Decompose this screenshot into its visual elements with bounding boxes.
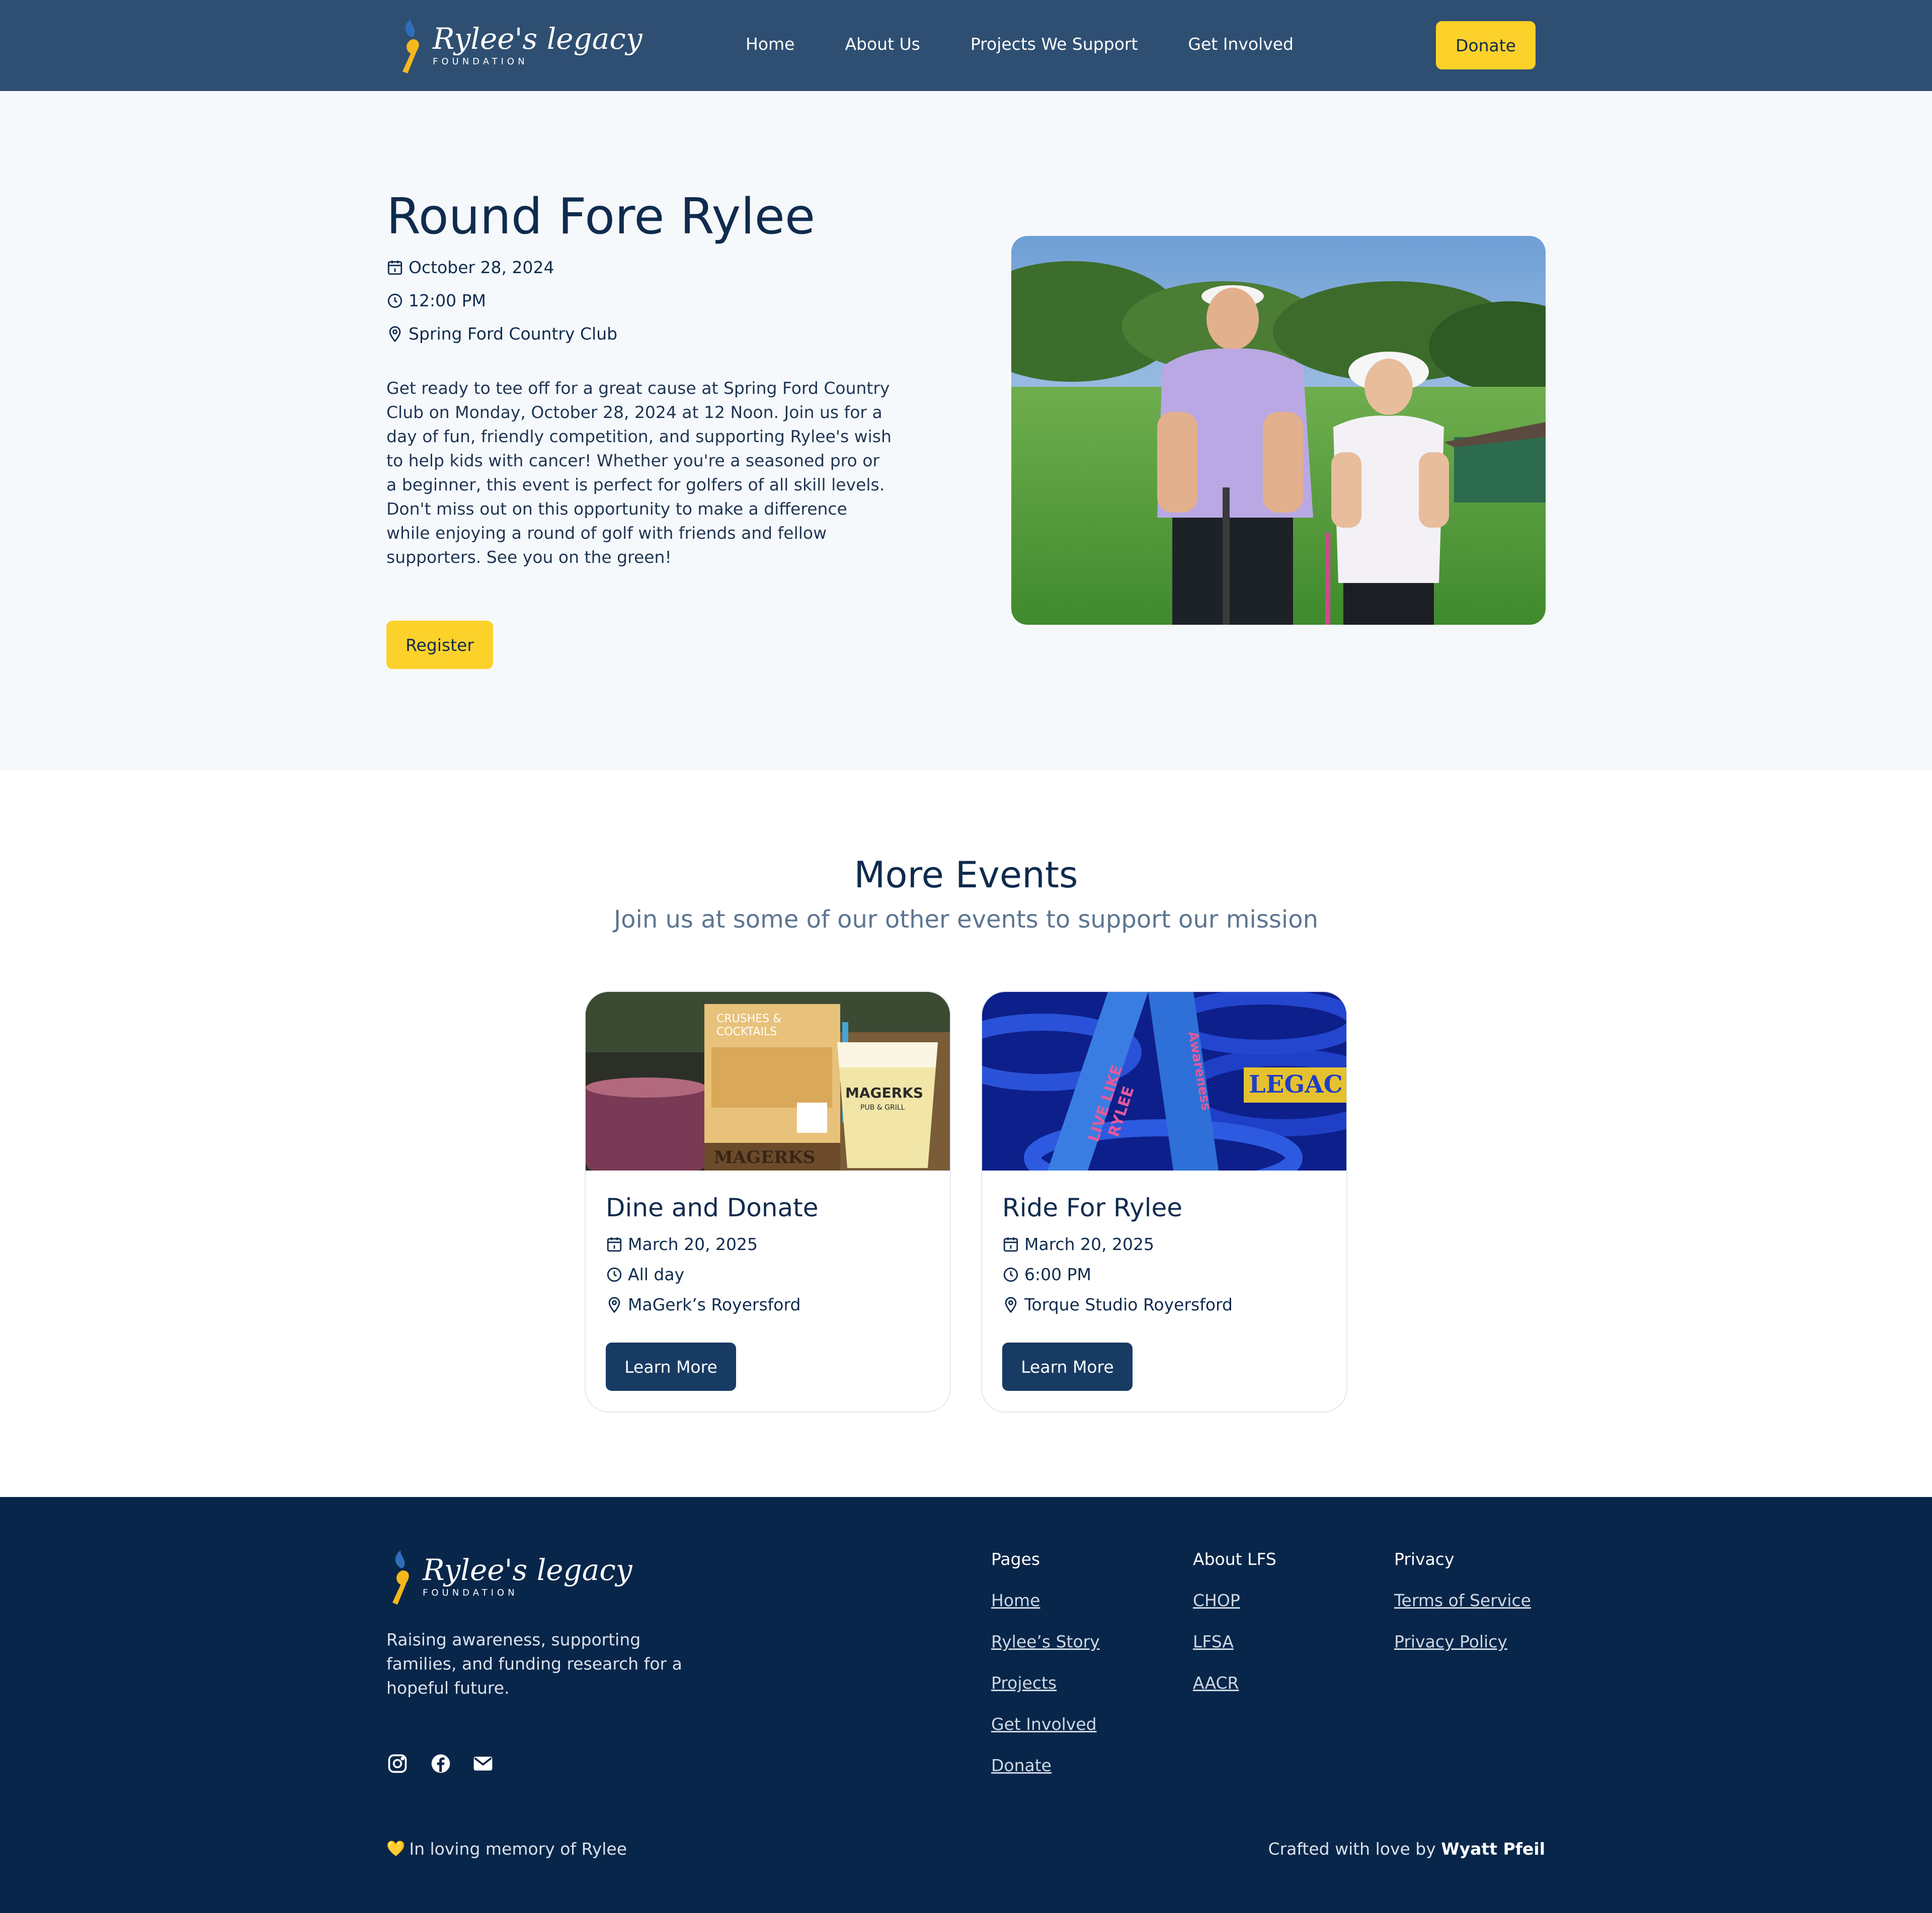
footer-link-donate[interactable]: Donate [991,1756,1052,1775]
wooden-sign-text: MAGERKS [714,1147,815,1168]
credit-prefix: Crafted with love by [1268,1839,1441,1859]
footer-link-privacy-policy[interactable]: Privacy Policy [1394,1632,1507,1651]
card-time-text: All day [628,1265,685,1284]
facebook-icon[interactable] [430,1753,452,1775]
nav-home[interactable]: Home [746,34,794,54]
card-location: Torque Studio Royersford [1002,1295,1233,1314]
logo-script-text: Rylee's legacy [423,1552,632,1587]
golf-event-photo [1011,236,1546,625]
event-time: 12:00 PM [386,291,486,310]
glass-logo-text: MAGERKS [845,1085,923,1101]
footer-link-projects[interactable]: Projects [991,1673,1057,1693]
logo-foundation-text: FOUNDATION [423,1587,518,1598]
footer-link-terms[interactable]: Terms of Service [1394,1591,1531,1610]
more-events-title: More Events [854,854,1078,896]
clock-icon [387,293,403,308]
card-location-text: MaGerk’s Royersford [628,1295,801,1314]
event-date: October 28, 2024 [386,258,554,277]
glass-logo-subtext: PUB & GRILL [860,1104,905,1112]
menu-card-heading: CRUSHES & [716,1013,781,1025]
event-time-text: 12:00 PM [409,291,486,310]
ribbon-logo-icon [385,1546,418,1607]
card-time: 6:00 PM [1002,1265,1091,1284]
event-location: Spring Ford Country Club [386,324,617,344]
yellow-heart-icon: 💛 [386,1840,406,1858]
nav-projects[interactable]: Projects We Support [971,34,1138,54]
card-date: March 20, 2025 [1002,1234,1154,1254]
memory-text: In loving memory of Rylee [409,1839,627,1859]
footer-tagline: Raising awareness, supporting families, … [386,1630,682,1698]
nav-about-us[interactable]: About Us [845,34,920,54]
card-title: Dine and Donate [606,1193,819,1222]
footer-link-chop[interactable]: CHOP [1193,1591,1240,1610]
calendar-icon [387,260,403,275]
calendar-icon [1003,1237,1018,1252]
event-hero [0,91,1932,770]
card-date-text: March 20, 2025 [628,1234,758,1254]
footer-logo[interactable]: Rylee's legacy FOUNDATION [385,1546,632,1607]
event-title: Round Fore Rylee [386,188,816,245]
clock-icon [607,1267,622,1282]
credit-author-link[interactable]: Wyatt Pfeil [1441,1839,1545,1859]
footer-link-home[interactable]: Home [991,1591,1040,1610]
card-time-text: 6:00 PM [1024,1265,1091,1284]
event-card: LEGAC LIVE LIKE RYLEE Awareness Ride For… [981,991,1347,1412]
ride-for-rylee-photo: LEGAC LIVE LIKE RYLEE Awareness [982,992,1346,1171]
dine-and-donate-photo: CRUSHES & COCKTAILS MAGERKS MAGERKS PUB … [586,992,950,1171]
footer-link-aacr[interactable]: AACR [1193,1673,1239,1693]
card-time: All day [606,1265,684,1284]
footer-col-heading-privacy: Privacy [1394,1549,1455,1569]
site-logo[interactable]: Rylee's legacy FOUNDATION [395,15,642,75]
site-header: Rylee's legacy FOUNDATION Home About Us … [0,0,1932,91]
site-footer [0,1497,1932,1913]
event-location-text: Spring Ford Country Club [409,324,618,344]
map-pin-icon [389,325,401,342]
card-location: MaGerk’s Royersford [606,1295,800,1314]
clock-icon [1003,1267,1018,1282]
instagram-icon[interactable] [386,1753,409,1775]
card-location-text: Torque Studio Royersford [1024,1295,1233,1314]
nav-get-involved[interactable]: Get Involved [1188,34,1294,54]
register-button[interactable]: Register [386,621,493,669]
card-date-text: March 20, 2025 [1024,1234,1155,1254]
learn-more-button[interactable]: Learn More [606,1343,736,1391]
map-pin-icon [608,1296,620,1313]
more-events-subtitle: Join us at some of our other events to s… [613,905,1319,934]
logo-script-text: Rylee's legacy [433,21,642,56]
site-credit: Crafted with love by Wyatt Pfeil [1268,1839,1545,1859]
menu-card-subheading: COCKTAILS [716,1026,777,1038]
event-date-text: October 28, 2024 [409,258,554,277]
wristband-text: LEGAC [1249,1070,1343,1099]
event-card: CRUSHES & COCKTAILS MAGERKS MAGERKS PUB … [585,991,951,1412]
learn-more-button[interactable]: Learn More [1002,1343,1133,1391]
ribbon-logo-icon [395,15,428,75]
main-nav: Home About Us Projects We Support Get In… [746,34,1294,54]
email-icon[interactable] [472,1753,494,1775]
event-description: Get ready to tee off for a great cause a… [386,378,892,567]
map-pin-icon [1005,1296,1017,1313]
footer-link-lfsa[interactable]: LFSA [1193,1632,1234,1651]
card-date: March 20, 2025 [606,1234,758,1254]
memory-note: 💛 In loving memory of Rylee [386,1839,627,1859]
footer-col-heading-about: About LFS [1193,1549,1276,1569]
footer-link-rylees-story[interactable]: Rylee’s Story [991,1632,1100,1651]
logo-foundation-text: FOUNDATION [433,56,528,67]
donate-button[interactable]: Donate [1436,21,1536,69]
footer-col-heading-pages: Pages [991,1549,1040,1569]
card-title: Ride For Rylee [1002,1193,1183,1222]
footer-link-get-involved[interactable]: Get Involved [991,1714,1097,1734]
calendar-icon [607,1237,622,1252]
